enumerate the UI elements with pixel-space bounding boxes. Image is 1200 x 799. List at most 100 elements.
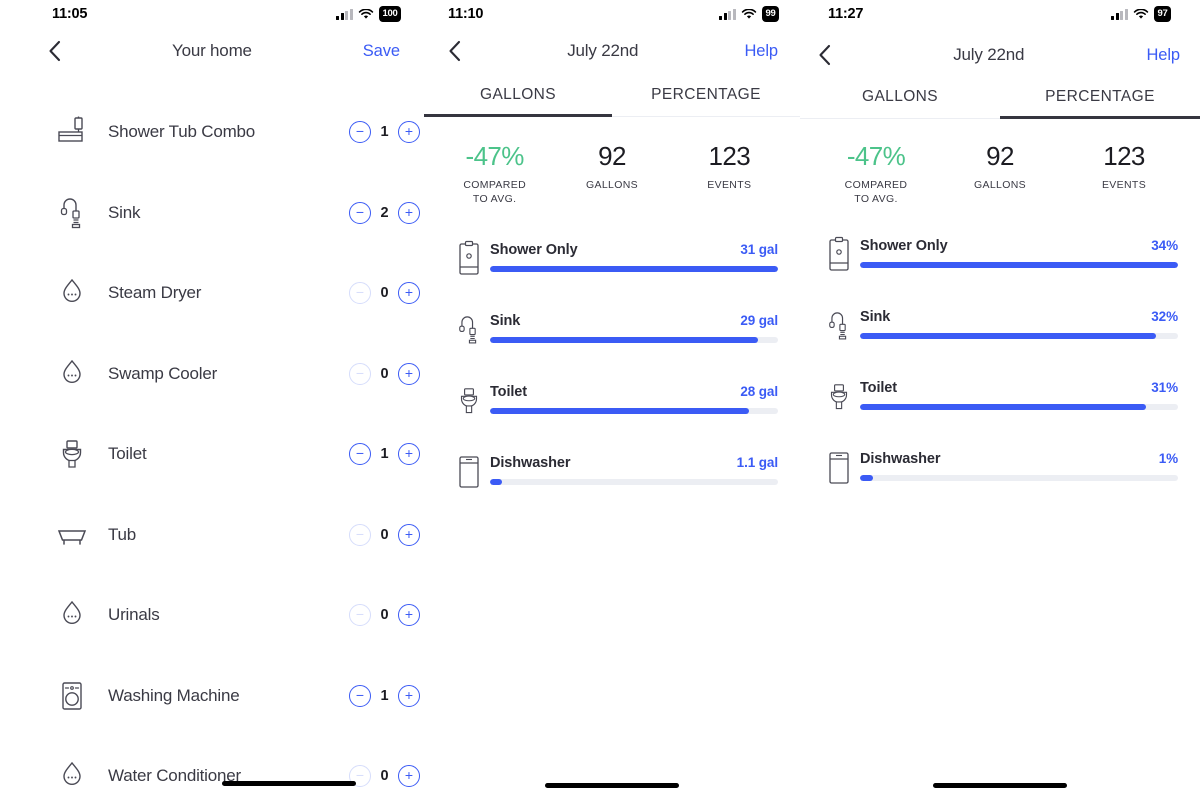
usage-label: Sink xyxy=(490,313,521,330)
stat-value: 123 xyxy=(1103,141,1145,171)
decrement-button[interactable]: − xyxy=(349,443,371,466)
decrement-button[interactable]: − xyxy=(349,604,371,627)
list-item[interactable]: Shower Only 31 gal xyxy=(448,236,778,307)
usage-bar-fill xyxy=(860,404,1147,410)
list-item[interactable]: Sink − 2 + xyxy=(0,173,424,254)
tab-percentage[interactable]: PERCENTAGE xyxy=(612,86,800,117)
list-item[interactable]: Toilet 28 gal xyxy=(448,378,778,449)
decrement-button[interactable]: − xyxy=(349,121,371,144)
list-item[interactable]: Steam Dryer − 0 + xyxy=(0,253,424,334)
stat-events: 123 EVENTS xyxy=(1062,143,1186,206)
usage-bar-track xyxy=(860,333,1178,339)
decrement-button[interactable]: − xyxy=(349,684,371,707)
minus-icon: − xyxy=(355,525,365,542)
list-item[interactable]: Shower Tub Combo − 1 + − xyxy=(0,92,424,173)
usage-label: Dishwasher xyxy=(490,455,571,472)
stat-label: EVENTS xyxy=(707,179,752,191)
usage-bar-fill xyxy=(490,479,502,485)
list-item-label: Sink xyxy=(108,202,141,222)
tab-gallons[interactable]: GALLONS xyxy=(800,88,1000,119)
usage-body: Shower Only 31 gal xyxy=(490,236,778,272)
dishwasher-icon xyxy=(448,449,490,497)
plus-icon: + xyxy=(404,686,414,703)
list-item[interactable]: Dishwasher 1.1 gal xyxy=(448,449,778,520)
help-button[interactable]: Help xyxy=(744,42,778,61)
nav-bar: Your home Save xyxy=(0,28,424,74)
home-indicator xyxy=(222,781,356,786)
save-button[interactable]: Save xyxy=(363,42,400,61)
increment-button[interactable]: + xyxy=(398,604,420,627)
tab-percentage[interactable]: PERCENTAGE xyxy=(1000,88,1200,119)
increment-button[interactable]: + xyxy=(398,765,420,788)
usage-bar-track xyxy=(490,479,778,485)
list-item[interactable]: Washing Machine − 1 + xyxy=(0,656,424,737)
quantity-value: 1 xyxy=(380,687,389,704)
increment-button[interactable]: + xyxy=(398,282,420,305)
usage-bar-fill xyxy=(860,475,873,481)
decrement-button[interactable]: − xyxy=(349,201,371,224)
increment-button[interactable]: + xyxy=(398,684,420,707)
minus-icon: − xyxy=(355,445,365,462)
status-bar: 11:05 100 xyxy=(0,0,424,28)
usage-label: Shower Only xyxy=(490,242,578,259)
shower-head-icon xyxy=(448,236,490,284)
stat-label: COMPARED TO AVG. xyxy=(844,179,908,206)
increment-button[interactable]: + xyxy=(398,121,420,144)
stat-label: COMPARED TO AVG. xyxy=(463,179,527,206)
fixture-list: Shower Tub Combo − 1 + − Sink − 2 xyxy=(0,92,424,799)
quantity-value: 0 xyxy=(380,607,389,624)
water-drop-icon xyxy=(52,273,92,313)
back-button[interactable] xyxy=(48,40,61,62)
usage-amount: 31% xyxy=(1151,380,1178,396)
increment-button[interactable]: + xyxy=(398,362,420,385)
list-item[interactable]: Urinals − 0 + xyxy=(0,575,424,656)
quantity-value: 2 xyxy=(380,204,389,221)
list-item[interactable]: Swamp Cooler − 0 + xyxy=(0,334,424,415)
list-item[interactable]: Tub − 0 + xyxy=(0,495,424,576)
quantity-value: 0 xyxy=(380,526,389,543)
battery-tip xyxy=(398,12,400,16)
usage-label: Toilet xyxy=(490,384,527,401)
usage-amount: 31 gal xyxy=(740,242,778,258)
screen-home-fixtures: 11:05 100 Your home Save Shower Tub Comb… xyxy=(0,0,424,799)
chevron-left-icon xyxy=(49,40,61,62)
stat-compared-to-avg: -47% COMPARED TO AVG. xyxy=(436,143,553,206)
minus-icon: − xyxy=(355,767,365,784)
usage-header: Shower Only 34% xyxy=(860,238,1178,254)
quantity-stepper: − 1 + xyxy=(349,684,420,707)
tab-gallons[interactable]: GALLONS xyxy=(424,86,612,117)
cellular-signal-icon xyxy=(336,8,353,20)
screen-usage-gallons: 11:10 99 July 22nd Help GALLONS PERCENTA xyxy=(424,0,800,799)
shower-tub-combo-icon xyxy=(52,112,92,152)
increment-button[interactable]: + xyxy=(398,201,420,224)
decrement-button[interactable]: − xyxy=(349,362,371,385)
usage-bar-track xyxy=(860,262,1178,268)
increment-button[interactable]: + xyxy=(398,443,420,466)
increment-button[interactable]: + xyxy=(398,523,420,546)
page-title: July 22nd xyxy=(567,41,639,60)
plus-icon: + xyxy=(404,606,414,623)
quantity-value: 1 xyxy=(380,124,389,141)
quantity-stepper: − 0 + xyxy=(349,362,420,385)
decrement-button[interactable]: − xyxy=(349,282,371,305)
list-item[interactable]: Water Conditioner − 0 + xyxy=(0,736,424,799)
list-item[interactable]: Sink 29 gal xyxy=(448,307,778,378)
usage-header: Dishwasher 1.1 gal xyxy=(490,455,778,471)
status-bar: 11:10 99 xyxy=(424,0,800,28)
usage-bar-fill xyxy=(860,262,1178,268)
decrement-button[interactable]: − xyxy=(349,523,371,546)
list-item[interactable]: Shower Only 34% xyxy=(818,232,1178,303)
quantity-stepper: − 0 + xyxy=(349,523,420,546)
help-button[interactable]: Help xyxy=(1146,46,1180,65)
list-item[interactable]: Toilet 31% xyxy=(818,374,1178,445)
back-button[interactable] xyxy=(818,44,831,66)
usage-bar-track xyxy=(860,475,1178,481)
list-item[interactable]: Sink 32% xyxy=(818,303,1178,374)
back-button[interactable] xyxy=(448,40,461,62)
list-item-label: Shower Tub Combo xyxy=(108,122,256,142)
status-bar-indicators: 97 xyxy=(1111,6,1171,22)
list-item[interactable]: Dishwasher 1% xyxy=(818,445,1178,516)
stat-value: 92 xyxy=(598,141,626,171)
list-item[interactable]: Toilet − 1 + xyxy=(0,414,424,495)
usage-bar-fill xyxy=(860,333,1156,339)
